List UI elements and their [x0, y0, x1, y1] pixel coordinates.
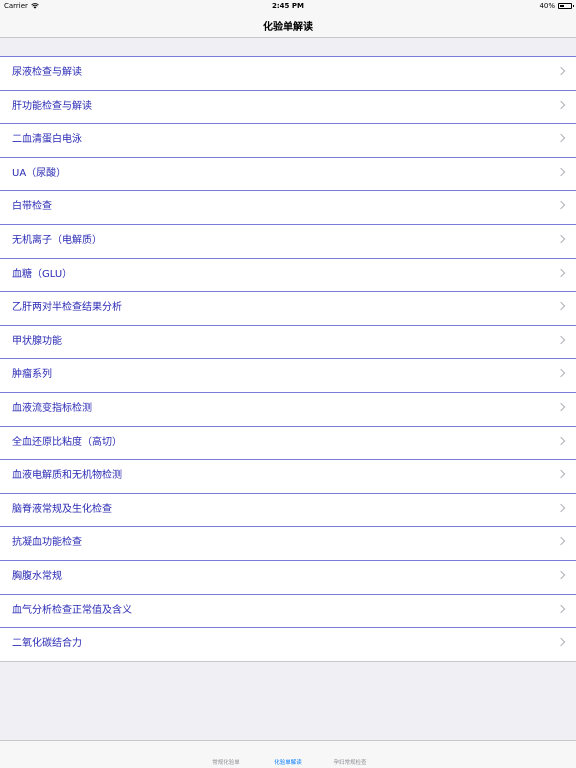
chevron-right-icon [556, 537, 566, 546]
chevron-right-icon [556, 604, 566, 613]
chevron-right-icon [556, 167, 566, 177]
list-item[interactable]: 胸腹水常规 [0, 561, 576, 595]
list-item-label: 二血清蛋白电泳 [12, 134, 82, 146]
list-item-label: 尿液检查与解读 [12, 67, 82, 78]
list-item[interactable]: 肝功能检查与解读 [0, 91, 576, 125]
list-item[interactable]: 血气分析检查正常值及含义 [0, 595, 576, 629]
battery-icon [558, 3, 574, 9]
list-item[interactable]: 尿液检查与解读 [0, 57, 576, 91]
chevron-right-icon [556, 503, 566, 512]
chevron-right-icon [556, 637, 566, 647]
chevron-right-icon [556, 436, 566, 445]
list-item-label: 血液电解质和无机物检测 [12, 470, 122, 482]
status-bar: Carrier 2:45 PM 40% [0, 0, 576, 12]
list-item-label: 肿瘤系列 [12, 369, 52, 381]
list-item[interactable]: 白带检查 [0, 191, 576, 225]
chevron-right-icon [556, 201, 566, 210]
list-item[interactable]: 血糖（GLU） [0, 259, 576, 293]
list-item[interactable]: 二血清蛋白电泳 [0, 124, 576, 158]
battery-percent: 40% [539, 2, 555, 10]
tab-item[interactable]: 化验单解读 [258, 758, 318, 766]
battery-level [560, 5, 564, 7]
list-item-label: 胸腹水常规 [12, 570, 62, 582]
list-item-label: 肝功能检查与解读 [12, 100, 92, 112]
list-item-label: UA（尿酸） [12, 167, 67, 179]
list-item[interactable]: 血液电解质和无机物检测 [0, 460, 576, 494]
list-item[interactable]: 全血还原比粘度（高切） [0, 427, 576, 461]
chevron-right-icon [556, 100, 566, 109]
list-item[interactable]: 无机离子（电解质） [0, 225, 576, 259]
list-item-label: 脑脊液常规及生化检查 [12, 503, 112, 515]
status-time: 2:45 PM [272, 2, 304, 10]
battery-indicator: 40% [539, 2, 574, 10]
page-title: 化验单解读 [263, 22, 313, 33]
tab-bar: 常规化验单 化验单解读 孕妇常规检查 [0, 740, 576, 768]
list-item-label: 血糖（GLU） [12, 268, 73, 280]
list-item[interactable]: 血液流变指标检测 [0, 393, 576, 427]
report-list: 尿液检查与解读 肝功能检查与解读 二血清蛋白电泳 UA（尿酸） 白带检查无机离子（电解质… [0, 56, 576, 662]
list-item-label: 白带检查 [12, 201, 52, 213]
list-item[interactable]: UA（尿酸） [0, 158, 576, 192]
chevron-right-icon [556, 66, 566, 76]
list-item-label: 乙肝两对半检查结果分析 [12, 302, 122, 314]
chevron-right-icon [556, 570, 566, 580]
chevron-right-icon [556, 234, 566, 244]
list-item-label: 血液流变指标检测 [12, 402, 92, 414]
list-item[interactable]: 乙肝两对半检查结果分析 [0, 292, 576, 326]
chevron-right-icon [556, 369, 566, 378]
list-item[interactable]: 脑脊液常规及生化检查 [0, 494, 576, 528]
list-item[interactable]: 甲状腺功能 [0, 326, 576, 360]
tab-item[interactable]: 孕妇常规检查 [320, 758, 380, 766]
list-item-label: 甲状腺功能 [12, 335, 62, 347]
list-item[interactable]: 二氧化碳结合力 [0, 628, 576, 662]
chevron-right-icon [556, 133, 566, 143]
chevron-right-icon [556, 402, 566, 412]
chevron-right-icon [556, 301, 566, 311]
list-item-label: 无机离子（电解质） [12, 234, 102, 246]
list-item-label: 二氧化碳结合力 [12, 638, 82, 650]
chevron-right-icon [556, 469, 566, 479]
tab-item[interactable]: 常规化验单 [196, 758, 256, 766]
navigation-bar: 化验单解读 [0, 12, 576, 38]
list-item[interactable]: 抗凝血功能检查 [0, 527, 576, 561]
list-item-label: 抗凝血功能检查 [12, 537, 82, 549]
list-item-label: 血气分析检查正常值及含义 [12, 604, 132, 616]
list-item[interactable]: 肿瘤系列 [0, 359, 576, 393]
list-item-label: 全血还原比粘度（高切） [12, 436, 122, 448]
chevron-right-icon [556, 268, 566, 277]
chevron-right-icon [556, 335, 566, 344]
